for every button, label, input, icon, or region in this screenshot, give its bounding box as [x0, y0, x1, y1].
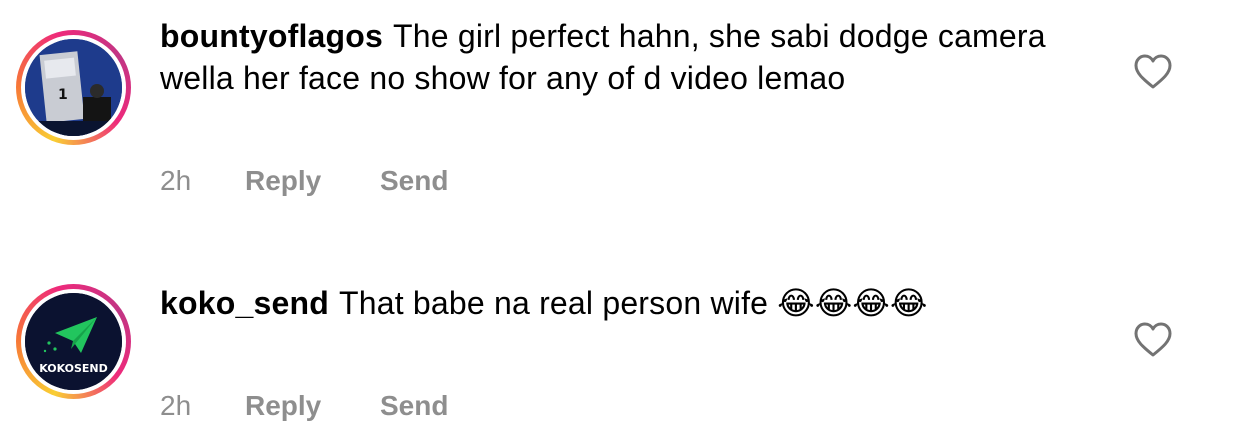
- comment-body: bountyoflagos The girl perfect hahn, she …: [160, 15, 1060, 99]
- reply-button[interactable]: Reply: [245, 165, 380, 197]
- svg-text:1: 1: [58, 87, 68, 103]
- avatar-logo: KOKOSEND: [25, 293, 122, 390]
- comment-time: 2h: [160, 390, 192, 421]
- comment-meta: 2h Reply Send: [160, 390, 448, 422]
- send-button[interactable]: Send: [380, 165, 448, 197]
- like-button[interactable]: [1134, 322, 1172, 358]
- comment-body: koko_send That babe na real person wife 😂…: [160, 282, 1060, 324]
- comment-username[interactable]: koko_send: [160, 285, 329, 321]
- send-button[interactable]: Send: [380, 390, 448, 422]
- comment-meta: 2h Reply Send: [160, 165, 448, 197]
- comment-text: That babe na real person wife 😂😂😂😂: [338, 285, 928, 321]
- reply-button[interactable]: Reply: [245, 390, 380, 422]
- avatar[interactable]: KOKOSEND: [16, 284, 131, 399]
- comment-item: KOKOSEND koko_send That babe na real pers…: [0, 270, 1242, 438]
- like-button[interactable]: [1134, 54, 1172, 90]
- comment-item: 1 bountyoflagos The girl perfect hahn, sh…: [0, 0, 1242, 230]
- avatar[interactable]: 1: [16, 30, 131, 145]
- avatar-photo: 1: [25, 39, 122, 136]
- comment-time: 2h: [160, 165, 192, 196]
- logo-text: KOKOSEND: [39, 362, 108, 375]
- comment-username[interactable]: bountyoflagos: [160, 18, 383, 54]
- heart-outline-icon: [1134, 54, 1172, 89]
- heart-outline-icon: [1134, 322, 1172, 357]
